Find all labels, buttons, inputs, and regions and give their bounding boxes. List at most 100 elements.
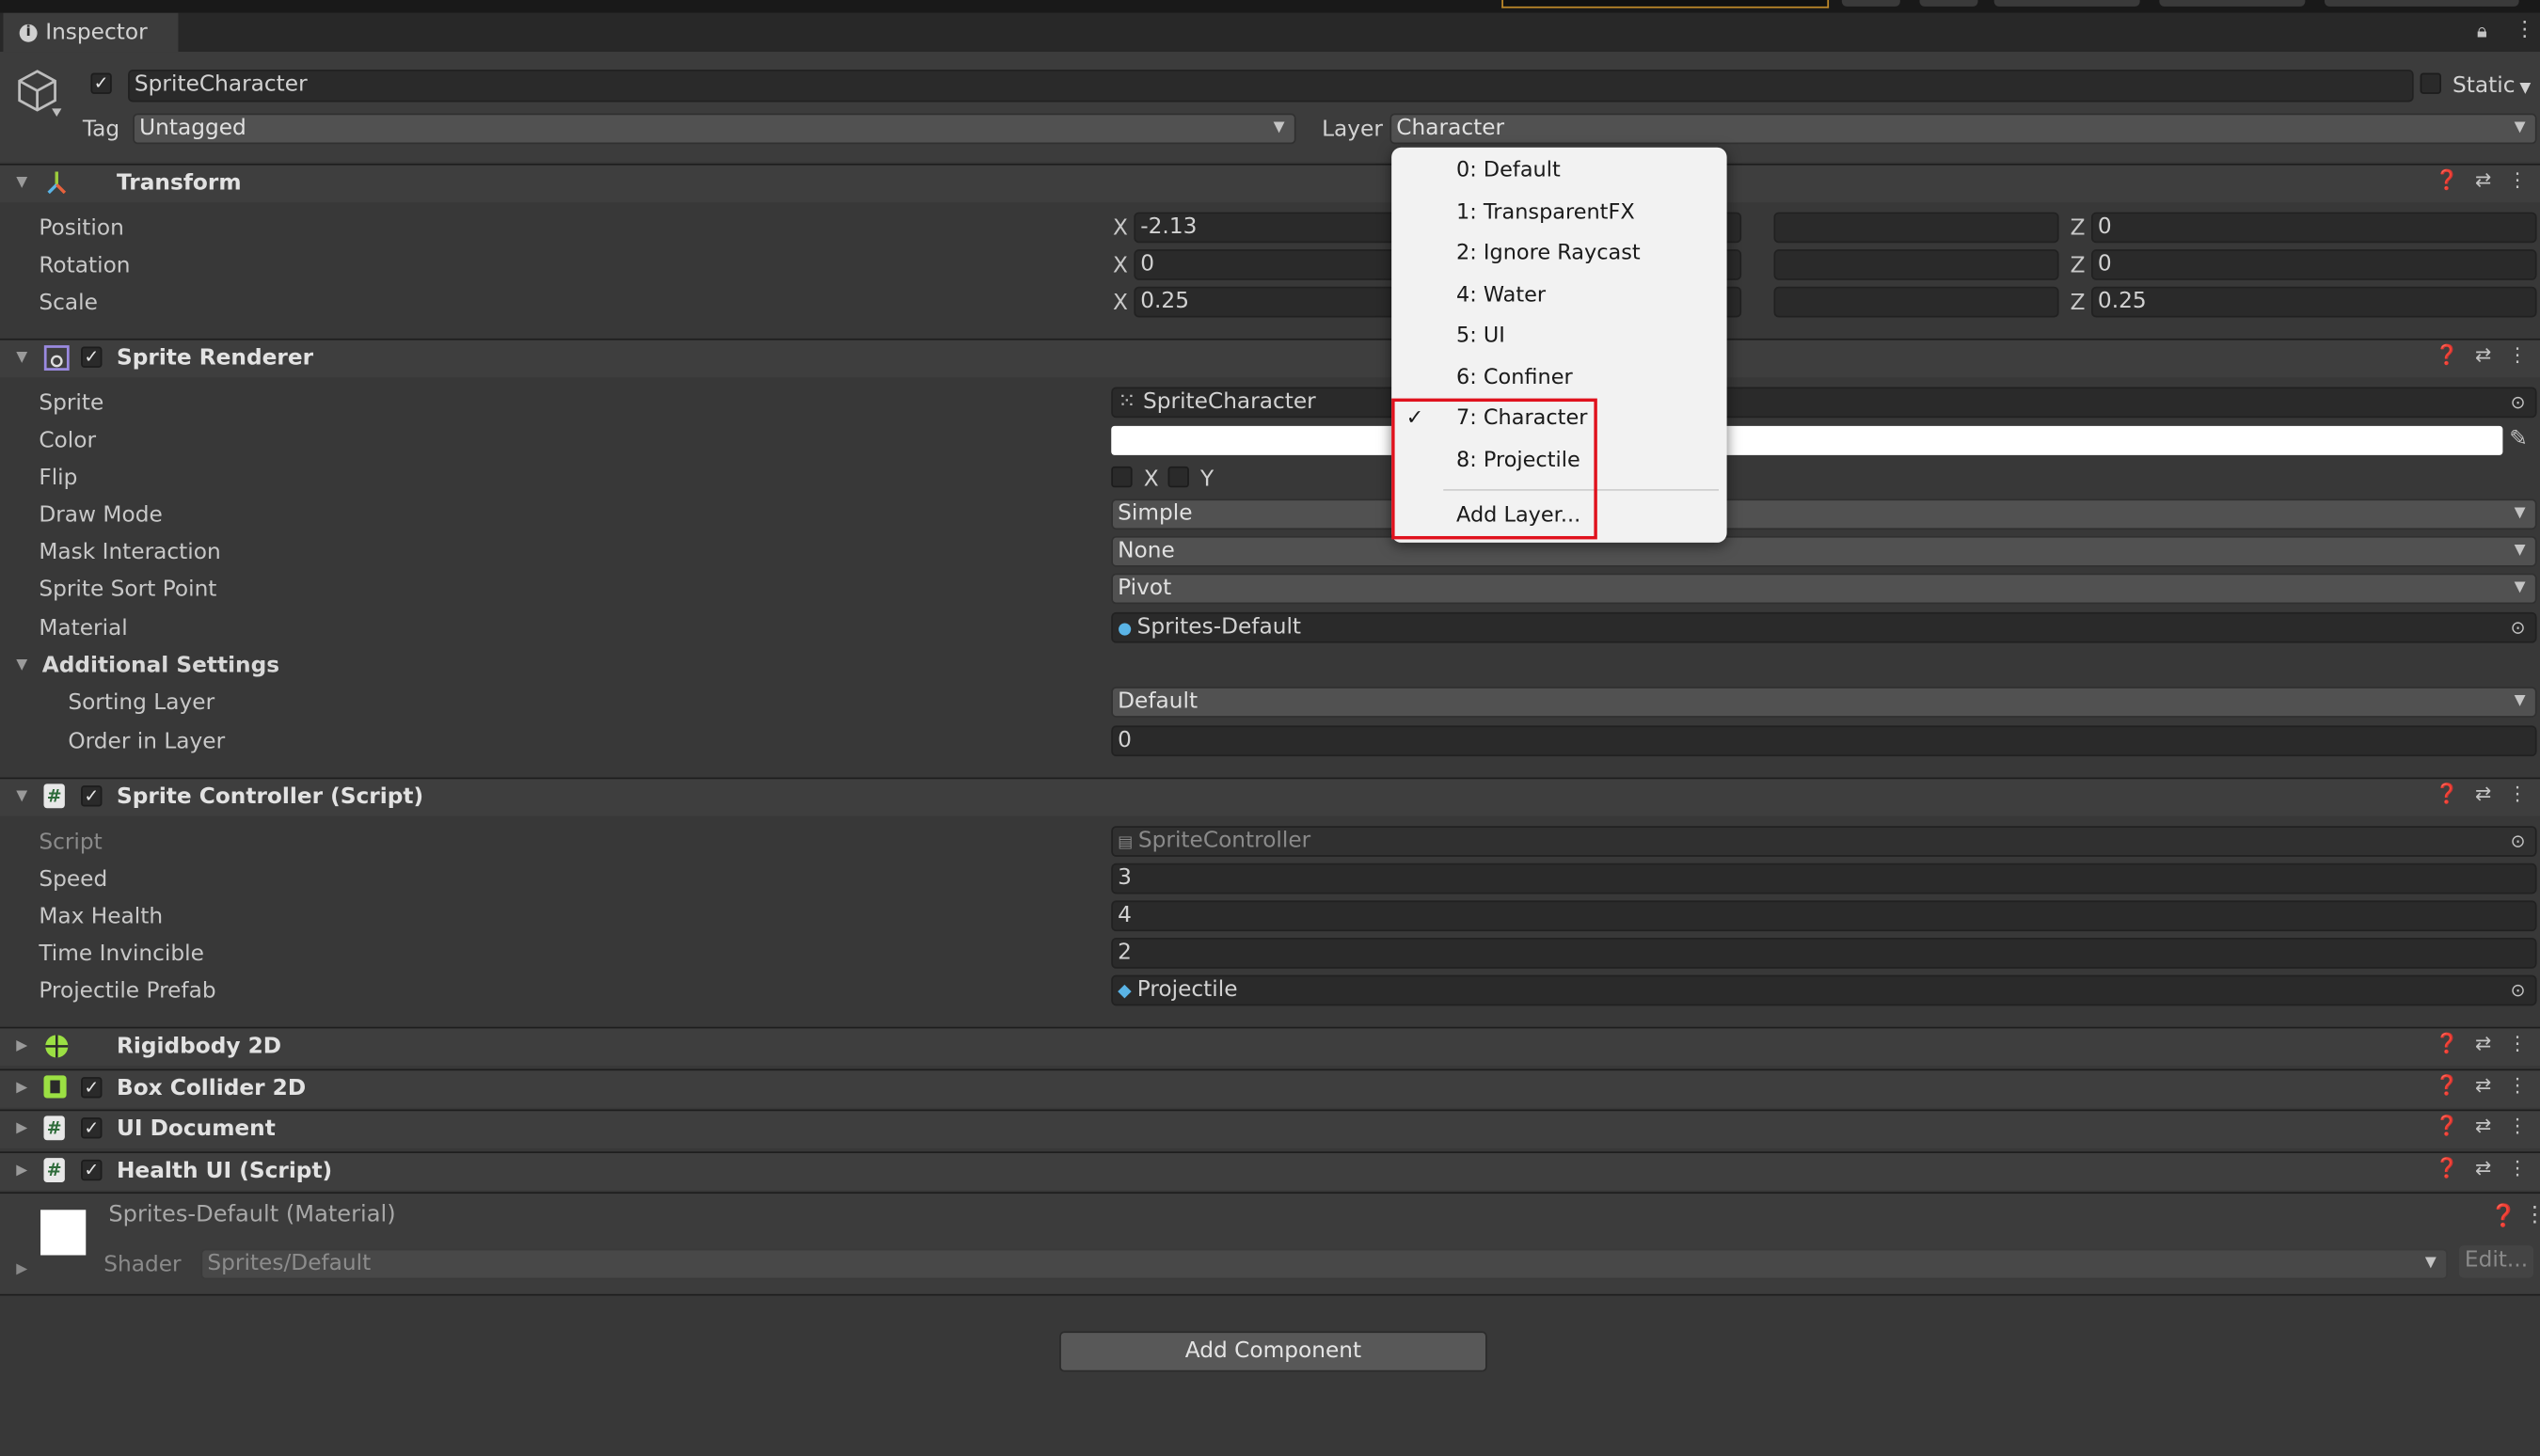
component-enabled-checkbox[interactable]: ✓ bbox=[81, 1117, 103, 1139]
presets-icon[interactable]: ⇄ bbox=[2475, 1156, 2491, 1179]
help-icon[interactable]: ❓ bbox=[2490, 1203, 2517, 1229]
help-icon[interactable]: ❓ bbox=[2435, 1156, 2459, 1179]
foldout-arrow-icon[interactable]: ▶ bbox=[16, 1081, 27, 1097]
component-header[interactable] bbox=[0, 1026, 2540, 1067]
transform-z-input[interactable]: 0.25 bbox=[2091, 286, 2537, 318]
help-icon[interactable]: ❓ bbox=[2435, 783, 2459, 805]
transform-z-input[interactable]: 0 bbox=[2091, 212, 2537, 244]
static-checkbox[interactable] bbox=[2420, 72, 2441, 94]
component-enabled-checkbox[interactable]: ✓ bbox=[81, 1159, 103, 1181]
presets-icon[interactable]: ⇄ bbox=[2475, 168, 2491, 191]
draw-mode-dropdown[interactable]: Simple ▼ bbox=[1111, 499, 2537, 530]
layer-menu-item[interactable]: 5: UI bbox=[1391, 321, 1726, 356]
chevron-down-icon: ▼ bbox=[1273, 119, 1285, 136]
foldout-arrow-icon[interactable]: ▶ bbox=[16, 1038, 27, 1054]
kebab-icon[interactable]: ⋮ bbox=[2508, 1074, 2528, 1097]
foldout-arrow-icon[interactable]: ▼ bbox=[16, 175, 27, 191]
kebab-icon[interactable]: ⋮ bbox=[2508, 168, 2528, 191]
object-picker-icon[interactable]: ⊙ bbox=[2511, 388, 2526, 416]
kebab-icon[interactable]: ⋮ bbox=[2524, 1202, 2540, 1228]
color-field[interactable] bbox=[1111, 425, 2503, 455]
presets-icon[interactable]: ⇄ bbox=[2475, 783, 2491, 805]
help-icon[interactable]: ❓ bbox=[2435, 343, 2459, 366]
tab-inspector[interactable]: i Inspector bbox=[3, 12, 179, 53]
presets-icon[interactable]: ⇄ bbox=[2475, 1115, 2491, 1137]
object-picker-icon[interactable]: ⊙ bbox=[2511, 976, 2526, 1004]
component-header[interactable] bbox=[0, 163, 2540, 203]
script-field[interactable]: ▤ SpriteController ⊙ bbox=[1111, 826, 2537, 857]
projectile-prefab-field[interactable]: ◆ Projectile ⊙ bbox=[1111, 974, 2537, 1006]
gameobject-cube-icon[interactable] bbox=[16, 68, 62, 126]
component-enabled-checkbox[interactable]: ✓ bbox=[81, 1077, 103, 1099]
sprite-field[interactable]: ⁙ SpriteCharacter ⊙ bbox=[1111, 387, 2537, 419]
property-label: Scale bbox=[39, 290, 98, 316]
static-dropdown[interactable]: Static ▼ bbox=[2453, 72, 2531, 99]
additional-settings-label[interactable]: Additional Settings bbox=[42, 653, 279, 679]
additional-settings-foldout-icon[interactable]: ▼ bbox=[16, 657, 27, 673]
mask-interaction-dropdown[interactable]: None ▼ bbox=[1111, 535, 2537, 567]
lock-icon[interactable]: 🔒︎ bbox=[2477, 20, 2487, 44]
help-icon[interactable]: ❓ bbox=[2435, 1032, 2459, 1054]
component-header[interactable] bbox=[0, 338, 2540, 378]
order-in-layer-input[interactable]: 0 bbox=[1111, 725, 2537, 757]
kebab-icon[interactable]: ⋮ bbox=[2508, 1115, 2528, 1137]
transform-y-input[interactable] bbox=[1773, 212, 2059, 244]
kebab-icon[interactable]: ⋮ bbox=[2508, 1032, 2528, 1054]
transform-y-input[interactable] bbox=[1773, 249, 2059, 280]
material-field[interactable]: ● Sprites-Default ⊙ bbox=[1111, 611, 2537, 643]
active-checkbox[interactable]: ✓ bbox=[90, 72, 112, 94]
component-header[interactable] bbox=[0, 1151, 2540, 1191]
help-icon[interactable]: ❓ bbox=[2435, 1074, 2459, 1097]
transform-z-input[interactable]: 0 bbox=[2091, 249, 2537, 280]
toolbar-button[interactable] bbox=[1841, 0, 1900, 7]
object-name-input[interactable]: SpriteCharacter bbox=[128, 70, 2414, 103]
layer-menu-item[interactable]: 1: TransparentFX bbox=[1391, 198, 1726, 233]
layer-menu-item[interactable]: 6: Confiner bbox=[1391, 363, 1726, 399]
help-icon[interactable]: ❓ bbox=[2435, 168, 2459, 191]
transform-icon bbox=[43, 170, 70, 197]
eyedropper-icon[interactable]: ✎ bbox=[2509, 426, 2527, 452]
object-picker-icon[interactable]: ⊙ bbox=[2511, 614, 2526, 641]
transform-y-input[interactable] bbox=[1773, 286, 2059, 318]
add-component-button[interactable]: Add Component bbox=[1059, 1331, 1487, 1372]
layer-menu-item[interactable]: 2: Ignore Raycast bbox=[1391, 238, 1726, 274]
help-icon[interactable]: ❓ bbox=[2435, 1115, 2459, 1137]
property-label: Order in Layer bbox=[68, 728, 226, 755]
kebab-icon[interactable]: ⋮ bbox=[2508, 783, 2528, 805]
toolbar-field[interactable] bbox=[1501, 0, 1830, 8]
sorting-layer-dropdown[interactable]: Default ▼ bbox=[1111, 687, 2537, 718]
tag-dropdown[interactable]: Untagged ▼ bbox=[133, 113, 1296, 145]
foldout-arrow-icon[interactable]: ▼ bbox=[16, 350, 27, 366]
property-label: Color bbox=[39, 427, 97, 454]
time-invincible-input[interactable]: 2 bbox=[1111, 938, 2537, 969]
component-enabled-checkbox[interactable]: ✓ bbox=[81, 785, 103, 807]
shader-dropdown[interactable]: Sprites/Default ▼ bbox=[200, 1248, 2448, 1280]
component-header[interactable] bbox=[0, 1068, 2540, 1108]
flip-x-checkbox[interactable] bbox=[1111, 466, 1133, 488]
kebab-icon[interactable]: ⋮ bbox=[2514, 18, 2534, 42]
foldout-arrow-icon[interactable]: ▶ bbox=[16, 1121, 27, 1137]
sort-point-dropdown[interactable]: Pivot ▼ bbox=[1111, 573, 2537, 605]
presets-icon[interactable]: ⇄ bbox=[2475, 1074, 2491, 1097]
foldout-arrow-icon[interactable]: ▶ bbox=[16, 1163, 27, 1179]
speed-input[interactable]: 3 bbox=[1111, 863, 2537, 894]
max-health-input[interactable]: 4 bbox=[1111, 900, 2537, 932]
presets-icon[interactable]: ⇄ bbox=[2475, 343, 2491, 366]
toolbar-button[interactable] bbox=[2159, 0, 2306, 7]
layer-menu-item[interactable]: 0: Default bbox=[1391, 155, 1726, 191]
flip-y-checkbox[interactable] bbox=[1167, 466, 1189, 488]
kebab-icon[interactable]: ⋮ bbox=[2508, 1156, 2528, 1179]
toolbar-button[interactable] bbox=[1993, 0, 2140, 7]
toolbar-button[interactable] bbox=[1919, 0, 1978, 7]
shader-edit-button[interactable]: Edit... bbox=[2458, 1245, 2534, 1278]
foldout-arrow-icon[interactable]: ▼ bbox=[16, 789, 27, 805]
layer-dropdown[interactable]: Character ▼ bbox=[1389, 113, 2537, 145]
kebab-icon[interactable]: ⋮ bbox=[2508, 343, 2528, 366]
component-enabled-checkbox[interactable]: ✓ bbox=[81, 346, 103, 368]
object-picker-icon[interactable]: ⊙ bbox=[2511, 828, 2526, 855]
layer-menu-item[interactable]: 4: Water bbox=[1391, 280, 1726, 316]
toolbar-button[interactable] bbox=[2324, 0, 2519, 7]
component-header[interactable] bbox=[0, 1109, 2540, 1148]
presets-icon[interactable]: ⇄ bbox=[2475, 1032, 2491, 1054]
foldout-arrow-icon[interactable]: ▶ bbox=[16, 1261, 27, 1277]
